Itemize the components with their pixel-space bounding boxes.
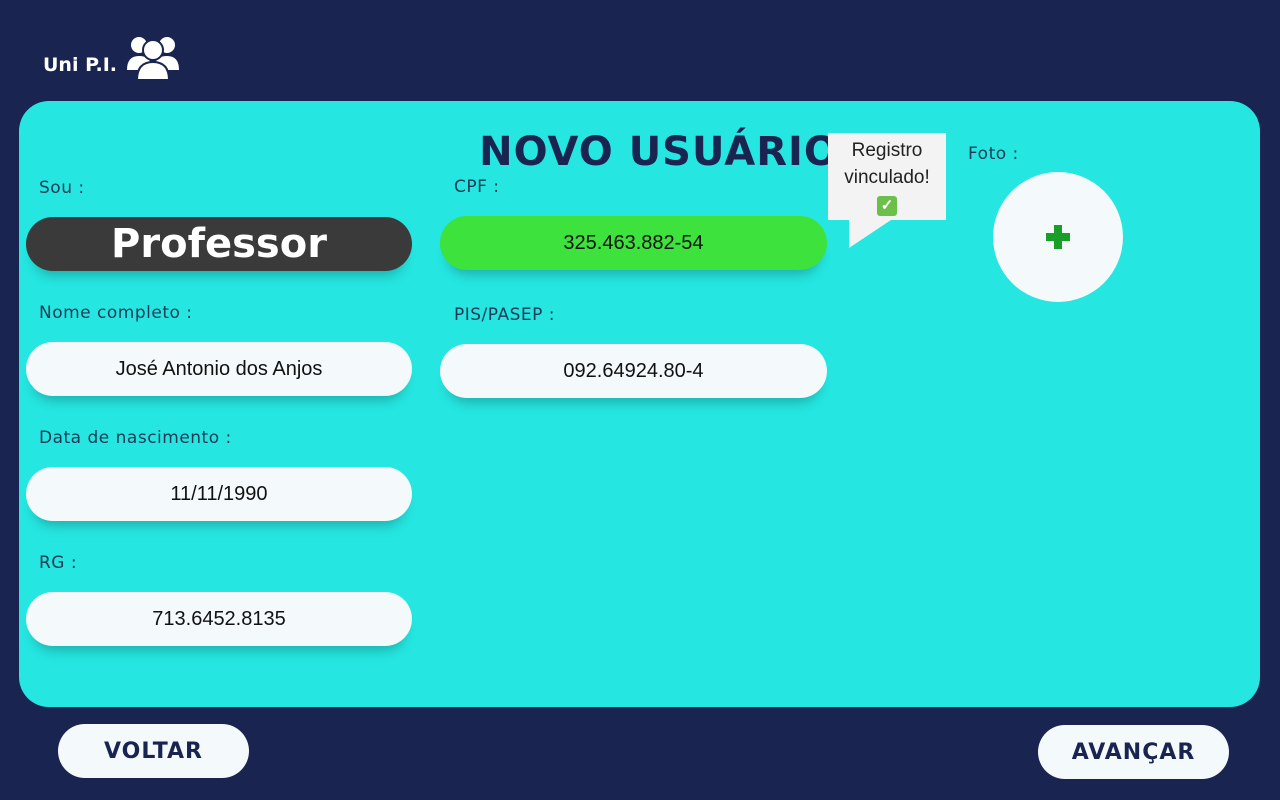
role-label: Sou : bbox=[39, 178, 85, 198]
name-label: Nome completo : bbox=[39, 303, 193, 323]
photo-upload-button[interactable] bbox=[993, 172, 1123, 302]
role-value: Professor bbox=[111, 221, 327, 267]
tooltip-line-2: vinculado! bbox=[844, 167, 930, 188]
pis-pasep-field[interactable]: 092.64924.80-4 bbox=[440, 344, 827, 398]
pis-pasep-label: PIS/PASEP : bbox=[454, 305, 555, 325]
rg-label: RG : bbox=[39, 553, 78, 573]
pis-pasep-value: 092.64924.80-4 bbox=[563, 359, 704, 382]
rg-value: 713.6452.8135 bbox=[152, 607, 286, 630]
birth-date-label: Data de nascimento : bbox=[39, 428, 232, 448]
users-icon bbox=[125, 32, 181, 86]
check-icon: ✓ bbox=[877, 196, 897, 216]
form-card: NOVO USUÁRIO Sou : Professor Nome comple… bbox=[19, 101, 1260, 707]
tooltip-line-1: Registro bbox=[851, 140, 923, 161]
tooltip-tail bbox=[849, 220, 891, 248]
photo-label: Foto : bbox=[968, 144, 1019, 164]
cpf-field[interactable]: 325.463.882-54 bbox=[440, 216, 827, 270]
back-button[interactable]: VOLTAR bbox=[58, 724, 249, 778]
birth-date-field[interactable]: 11/11/1990 bbox=[26, 467, 412, 521]
name-field[interactable]: José Antonio dos Anjos bbox=[26, 342, 412, 396]
rg-field[interactable]: 713.6452.8135 bbox=[26, 592, 412, 646]
registration-linked-tooltip: Registro vinculado! ✓ bbox=[828, 133, 946, 220]
next-button-label: AVANÇAR bbox=[1071, 739, 1196, 765]
name-value: José Antonio dos Anjos bbox=[115, 357, 323, 380]
role-select[interactable]: Professor bbox=[26, 217, 412, 271]
app-logo: Uni P.I. bbox=[43, 34, 181, 84]
back-button-label: VOLTAR bbox=[104, 738, 203, 764]
cpf-value: 325.463.882-54 bbox=[563, 231, 704, 254]
app-name: Uni P.I. bbox=[43, 54, 118, 76]
next-button[interactable]: AVANÇAR bbox=[1038, 725, 1229, 779]
birth-date-value: 11/11/1990 bbox=[170, 482, 268, 505]
cpf-label: CPF : bbox=[454, 177, 500, 197]
plus-icon bbox=[1046, 225, 1070, 249]
page-title: NOVO USUÁRIO bbox=[479, 129, 839, 175]
